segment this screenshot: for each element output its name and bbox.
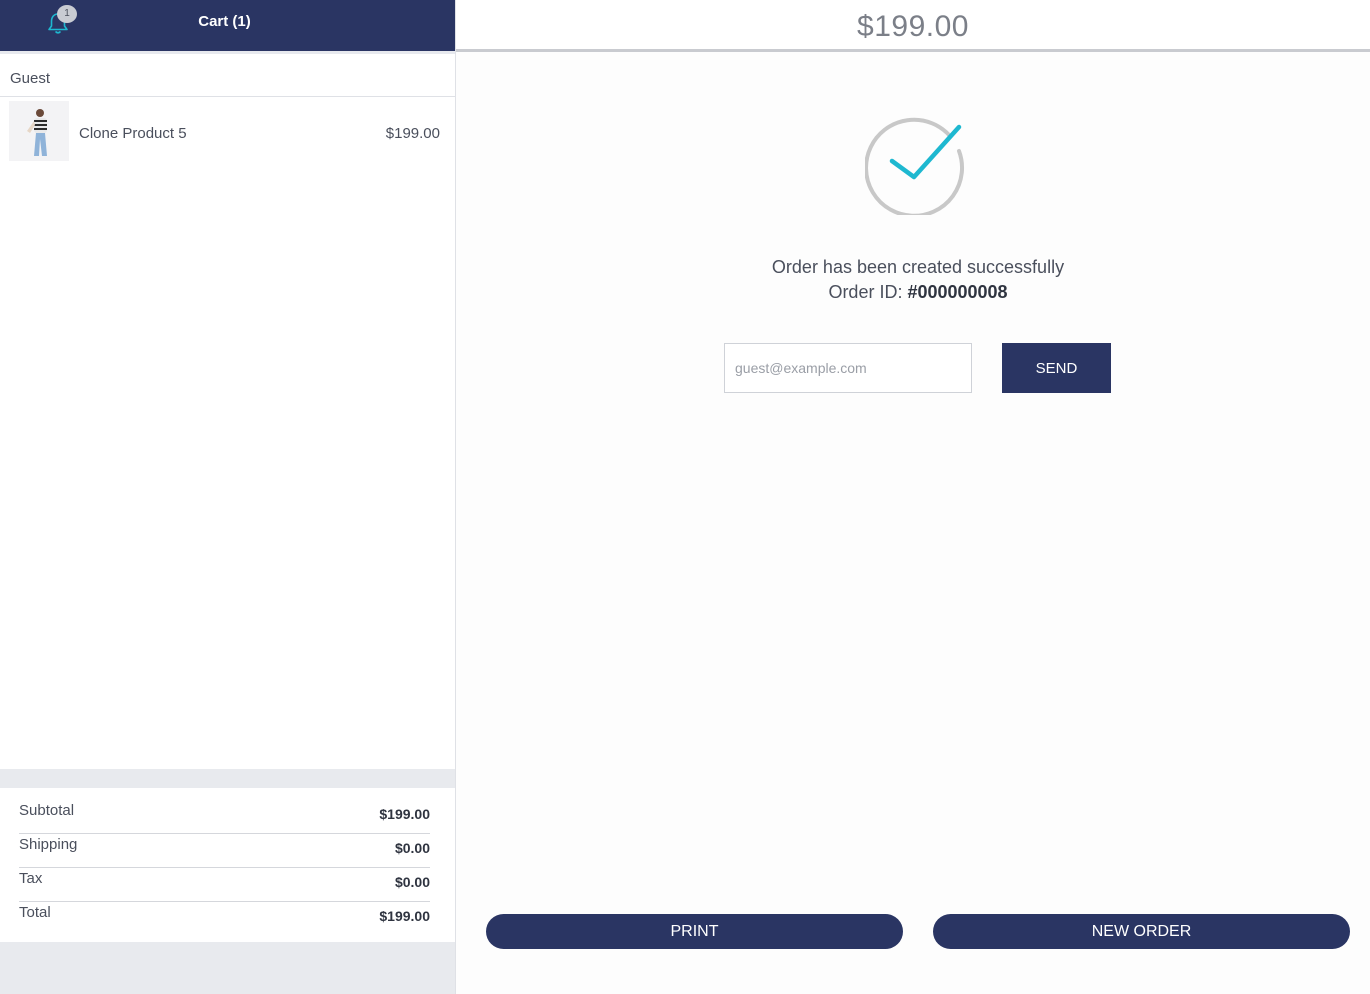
tax-value: $0.00 [394,874,430,890]
cart-item[interactable]: Clone Product 5 $199.00 [0,97,455,165]
subtotal-label: Subtotal [19,802,75,819]
order-id-value: #000000008 [907,282,1008,302]
email-receipt-input[interactable] [724,343,972,393]
shipping-value: $0.00 [394,840,430,856]
item-name: Clone Product 5 [79,125,187,142]
shipping-row: Shipping $0.00 [19,834,430,868]
totals-separator [0,769,455,788]
print-button[interactable]: PRINT [486,914,903,949]
product-thumbnail [9,101,69,161]
item-price: $199.00 [385,125,440,142]
cart-panel: 1 Cart (1) Guest Clone Product 5 $199.00… [0,0,456,994]
panel-footer [0,942,455,994]
order-id-line: Order ID: #000000008 [456,280,1370,305]
subtotal-row: Subtotal $199.00 [19,800,430,834]
checkout-panel: $199.00 Order has been created successfu… [456,0,1370,994]
total-label: Total [19,904,51,921]
success-message: Order has been created successfully [771,257,1065,277]
new-order-button[interactable]: NEW ORDER [933,914,1350,949]
tax-row: Tax $0.00 [19,868,430,902]
customer-name[interactable]: Guest [0,54,455,97]
cart-title: Cart (1) [198,13,251,30]
subtotal-value: $199.00 [379,806,430,822]
total-row: Total $199.00 [19,902,430,936]
success-message-block: Order has been created successfully Orde… [456,255,1370,305]
cart-header: 1 Cart (1) [0,0,455,51]
tax-label: Tax [19,870,43,887]
grand-total: $199.00 [857,10,969,43]
total-value: $199.00 [379,908,430,924]
shipping-label: Shipping [19,836,78,853]
send-button[interactable]: SEND [1002,343,1111,393]
success-check-icon [865,117,965,215]
totals-summary: Subtotal $199.00 Shipping $0.00 Tax $0.0… [0,788,455,942]
order-id-label: Order ID: [828,282,908,302]
checkout-header: $199.00 [456,0,1370,52]
